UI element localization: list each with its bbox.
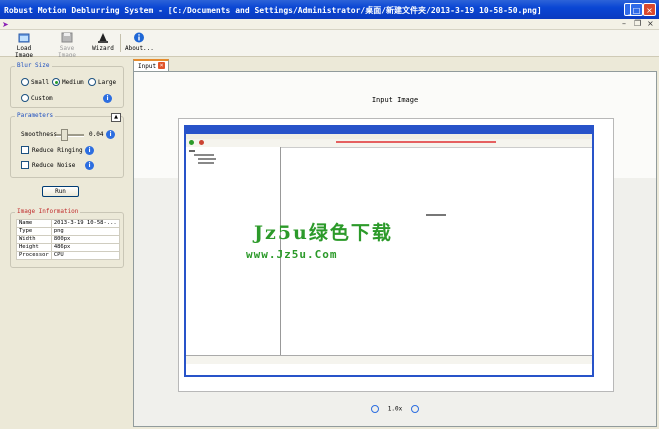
run-button[interactable]: Run (42, 186, 79, 197)
table-row: Type png (16, 227, 120, 236)
reduce-ringing-checkbox[interactable]: Reduce Ringing (21, 146, 83, 154)
blur-size-group: Blur Size Small Medium Large Custom i (10, 62, 124, 108)
reduce-ringing-help-icon[interactable]: i (85, 146, 94, 155)
zoom-in-icon[interactable] (371, 405, 380, 413)
window-title: Robust Motion Deblurring System - [C:/Do… (4, 6, 542, 15)
zoom-out-icon[interactable] (410, 405, 419, 413)
radio-large-indicator (88, 78, 96, 86)
smoothness-help-icon[interactable]: i (106, 130, 115, 139)
tab-close-icon[interactable]: × (158, 62, 165, 69)
image-preview[interactable]: Jz5u绿色下载 www.Jz5u.Com (178, 118, 614, 392)
blur-size-title: Blur Size (15, 62, 52, 69)
load-image-button[interactable]: Load Image (6, 32, 42, 59)
toolbar-separator (120, 34, 121, 52)
radio-small[interactable]: Small (21, 78, 49, 86)
floppy-icon (61, 32, 73, 43)
wizard-button[interactable]: Wizard (91, 32, 115, 54)
radio-small-indicator (21, 78, 29, 86)
mdi-strip: ➤ – ❐ × (0, 19, 659, 30)
table-row: Width 800px (16, 235, 120, 244)
reduce-noise-box (21, 161, 29, 169)
table-row: Processor CPU (16, 251, 120, 260)
image-info-title: Image Information (15, 208, 81, 215)
input-image-heading: Input Image (371, 96, 419, 104)
wizard-hat-icon (98, 33, 108, 43)
radio-medium[interactable]: Medium (52, 78, 84, 86)
radio-custom-indicator (21, 94, 29, 102)
image-info-group: Image Information Name 2013-3-19 10-58-..… (10, 208, 124, 268)
image-page: Input Image Jz5u绿色下载 www.Jz5u.Com 1.0x (133, 71, 657, 427)
info-icon (134, 32, 144, 43)
arrow-right-icon[interactable]: ➤ (2, 20, 9, 29)
reduce-noise-help-icon[interactable]: i (85, 161, 94, 170)
watermark-url: www.Jz5u.Com (246, 248, 338, 261)
radio-large[interactable]: Large (88, 78, 116, 86)
work-area: Input × Input Image Jz5u绿色下载 www.Jz5u.Co… (131, 57, 659, 429)
smoothness-label: Smoothness (21, 131, 58, 138)
folder-image-icon (18, 33, 30, 43)
blur-size-help-icon[interactable]: i (103, 94, 112, 103)
mdi-minimize-button[interactable]: – (622, 19, 626, 28)
collapse-icon[interactable]: ▲ (111, 113, 121, 122)
reduce-ringing-box (21, 146, 29, 154)
toolbar: Load Image Save Image Wizard About... (0, 30, 659, 59)
preview-label (426, 214, 446, 216)
radio-medium-indicator (52, 78, 60, 86)
radio-custom[interactable]: Custom (21, 94, 53, 102)
preview-statusbar (186, 355, 592, 364)
close-button[interactable]: × (643, 3, 656, 16)
preview-titlebar (186, 127, 592, 134)
smoothness-value: 0.04 (89, 131, 104, 138)
parameters-title: Parameters (15, 112, 56, 119)
save-image-button[interactable]: Save Image (49, 32, 85, 59)
smoothness-slider-thumb[interactable] (61, 129, 68, 141)
table-row: Height 486px (16, 243, 120, 252)
watermark-logo: Jz5u绿色下载 (254, 222, 393, 244)
tab-input[interactable]: Input × (133, 59, 169, 71)
image-info-table: Name 2013-3-19 10-58-... Type png Width 800… (16, 219, 120, 260)
reduce-noise-checkbox[interactable]: Reduce Noise (21, 161, 75, 169)
zoom-value: 1.0x (387, 405, 403, 413)
parameters-group: Parameters ▲ Smoothness 0.04 i Reduce Ri… (10, 112, 124, 178)
mdi-close-button[interactable]: × (647, 19, 654, 28)
about-button[interactable]: About... (125, 32, 154, 54)
table-row: Name 2013-3-19 10-58-... (16, 219, 120, 228)
title-bar: Robust Motion Deblurring System - [C:/Do… (0, 0, 659, 19)
maximize-button[interactable]: □ (630, 3, 643, 16)
left-panel: Blur Size Small Medium Large Custom i Pa… (0, 57, 132, 429)
mdi-restore-button[interactable]: ❐ (634, 19, 641, 28)
zoom-bar: 1.0x (134, 405, 656, 417)
